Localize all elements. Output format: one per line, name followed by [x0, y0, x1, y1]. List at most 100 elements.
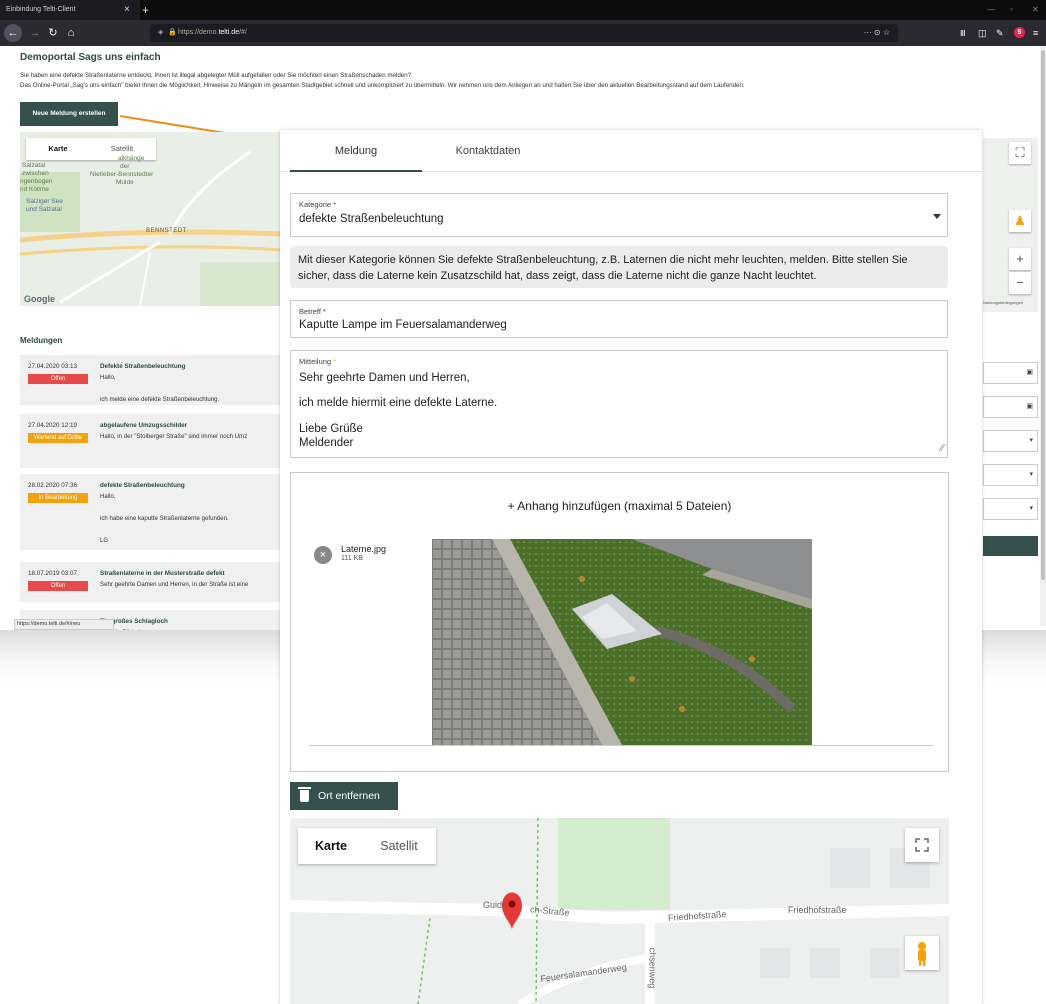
intro-line-1: Sie haben eine defekte Straßenlaterne en… [20, 72, 412, 79]
report-item[interactable]: 18.07.2019 03:07 Offen Straßenlaterne in… [20, 562, 282, 602]
attachment-filesize: 111 KB [341, 555, 363, 562]
browser-tab-title: Einbindung Telti-Client [6, 6, 76, 13]
dialog-tabs: Meldung Kontaktdaten [280, 130, 982, 172]
category-info-box: Mit dieser Kategorie können Sie defekte … [290, 246, 948, 288]
create-report-button[interactable]: Neue Meldung erstellen [20, 102, 118, 126]
attachment-preview-image [432, 539, 812, 745]
report-text: Sehr geehrte Damen und Herren, in der St… [100, 581, 249, 588]
pegman-glyph [918, 942, 926, 966]
message-line: Liebe Grüße [299, 423, 363, 435]
report-item[interactable]: 28.02.2020 07:36 In Bearbeitung defekte … [20, 474, 282, 550]
location-map-tab[interactable]: Karte [298, 828, 364, 864]
place-label: Salziger See [26, 198, 63, 205]
filter-select[interactable]: ▾ [983, 464, 1038, 486]
url-suffix: /#/ [239, 29, 247, 36]
browser-tabbar: Einbindung Telti-Client × + — ▫ ✕ [0, 0, 1046, 20]
overview-map-right-edge[interactable]: ⛶ ♟ + − Nutzungsbedingungen [983, 138, 1038, 312]
new-tab-button[interactable]: + [142, 0, 149, 20]
overview-map-tab[interactable]: Karte [26, 138, 90, 160]
place-label: und Salzatal [26, 206, 62, 213]
filter-button[interactable] [983, 536, 1038, 556]
remove-location-button[interactable]: Ort entfernen [290, 782, 398, 810]
filter-field[interactable]: ▣ [983, 362, 1038, 384]
report-title: defekte Straßenbeleuchtung [100, 482, 185, 489]
sidebar-icon[interactable]: ◫ [978, 28, 987, 39]
place-label: BENNSTEDT [146, 228, 187, 234]
chevron-down-icon: ▾ [1029, 437, 1033, 444]
report-item[interactable]: 27.04.2020 12:19 Wartend auf Dritte abge… [20, 414, 282, 468]
forward-icon[interactable]: → [26, 24, 44, 42]
zoom-in-icon[interactable]: + [1009, 248, 1031, 270]
remove-attachment-icon[interactable]: × [314, 546, 332, 564]
filter-select[interactable]: ▾ [983, 430, 1038, 452]
intro-line-2: Das Online-Portal „Sag's uns einfach" bi… [20, 82, 745, 89]
location-maptype-control: Karte Satellit [298, 828, 436, 864]
category-value: defekte Straßenbeleuchtung [299, 213, 444, 225]
calendar-icon: ▣ [1026, 403, 1033, 410]
pegman-icon[interactable] [905, 936, 939, 970]
subject-value: Kaputte Lampe im Feuersalamanderweg [299, 319, 507, 331]
fullscreen-icon[interactable] [905, 828, 939, 862]
street-label: chsenweg [647, 947, 658, 989]
url-bar[interactable]: ◈ 🔒 https://demo.telti.de/#/ ··· ⊙ ☆ [150, 24, 898, 42]
tab-close-icon[interactable]: × [124, 0, 130, 20]
overview-map[interactable]: Karte Satellit Salzatal zwischen ngenboge… [20, 132, 280, 306]
reload-icon[interactable]: ↻ [44, 24, 62, 42]
place-label: ngenbogen [20, 178, 53, 185]
home-icon[interactable]: ⌂ [62, 24, 80, 42]
tab-kontaktdaten[interactable]: Kontaktdaten [422, 130, 554, 172]
window-close-icon[interactable]: ✕ [1032, 0, 1039, 20]
extension-icon[interactable]: ✎ [996, 28, 1004, 39]
url-domain: telti.de [218, 29, 240, 36]
message-label-text: Mitteilung [299, 357, 332, 366]
intro-text: Sie haben eine defekte Straßenlaterne en… [20, 71, 1010, 91]
minimize-icon[interactable]: — [987, 0, 995, 20]
trash-icon [298, 787, 311, 802]
category-label: Kategorie * [299, 200, 337, 209]
chevron-down-icon: ▾ [1029, 471, 1033, 478]
message-textarea[interactable]: Mitteilung * Sehr geehrte Damen und Herr… [290, 350, 948, 458]
report-item[interactable]: 27.04.2020 03:13 Offen Defekte Straßenbe… [20, 355, 282, 405]
subject-field[interactable]: Betreff * Kaputte Lampe im Feuersalamand… [290, 300, 948, 338]
status-badge: Offen [28, 374, 88, 384]
attachment-box: + Anhang hinzufügen (maximal 5 Dateien) … [290, 472, 949, 772]
place-label: nd Köllme [20, 186, 49, 193]
tab-meldung[interactable]: Meldung [290, 130, 422, 172]
link-status-bar: https://demo.telti.de/#/neu [14, 619, 114, 630]
url-prefix: https://demo. [178, 29, 219, 36]
library-icon[interactable]: Ⅲ [960, 29, 966, 38]
place-label: Mulde [116, 179, 134, 186]
browser-tab[interactable]: Einbindung Telti-Client × [0, 0, 140, 20]
lock-icon: 🔒 [168, 29, 177, 36]
page-scrollbar-thumb[interactable] [1041, 50, 1045, 580]
calendar-icon: ▣ [1026, 369, 1033, 376]
broken-lamp-photo [432, 539, 812, 745]
attachment-divider [309, 745, 933, 746]
back-icon[interactable]: ← [4, 24, 22, 42]
report-date: 18.07.2019 03:07 [28, 570, 78, 577]
page-actions-icon[interactable]: ··· ⊙ ☆ [864, 24, 890, 42]
reports-heading: Meldungen [20, 336, 63, 345]
location-map[interactable]: Karte Satellit Guido ch-Straße Friedhofst… [290, 818, 949, 1004]
menu-icon[interactable]: ≡ [1033, 28, 1038, 38]
location-satellite-tab[interactable]: Satellit [364, 828, 434, 864]
message-line: Sehr geehrte Damen und Herren, [299, 372, 470, 384]
map-terms-link[interactable]: Nutzungsbedingungen [983, 300, 1023, 305]
shield-icon: ◈ [158, 29, 164, 36]
addon-badge-icon[interactable]: 9 [1014, 27, 1025, 38]
report-title: Straßenlaterne in der Musterstraße defek… [100, 570, 225, 577]
status-badge: In Bearbeitung [28, 493, 88, 503]
fullscreen-icon[interactable]: ⛶ [1009, 142, 1031, 164]
resize-handle-icon[interactable]: ⁄⁄ [941, 443, 944, 454]
filter-field[interactable]: ▣ [983, 396, 1038, 418]
place-label: Salzatal [22, 162, 46, 169]
zoom-out-icon[interactable]: − [1009, 272, 1031, 294]
message-label: Mitteilung * [299, 357, 336, 366]
report-title: Defekte Straßenbeleuchtung [100, 363, 186, 370]
pegman-icon[interactable]: ♟ [1009, 210, 1031, 232]
maximize-icon[interactable]: ▫ [1010, 0, 1013, 20]
report-text: Hallo, ich melde eine defekte Straßenbel… [100, 374, 220, 403]
category-select[interactable]: Kategorie * defekte Straßenbeleuchtung [290, 193, 948, 237]
add-attachment-button[interactable]: + Anhang hinzufügen (maximal 5 Dateien) [291, 499, 948, 513]
filter-select[interactable]: ▾ [983, 498, 1038, 520]
